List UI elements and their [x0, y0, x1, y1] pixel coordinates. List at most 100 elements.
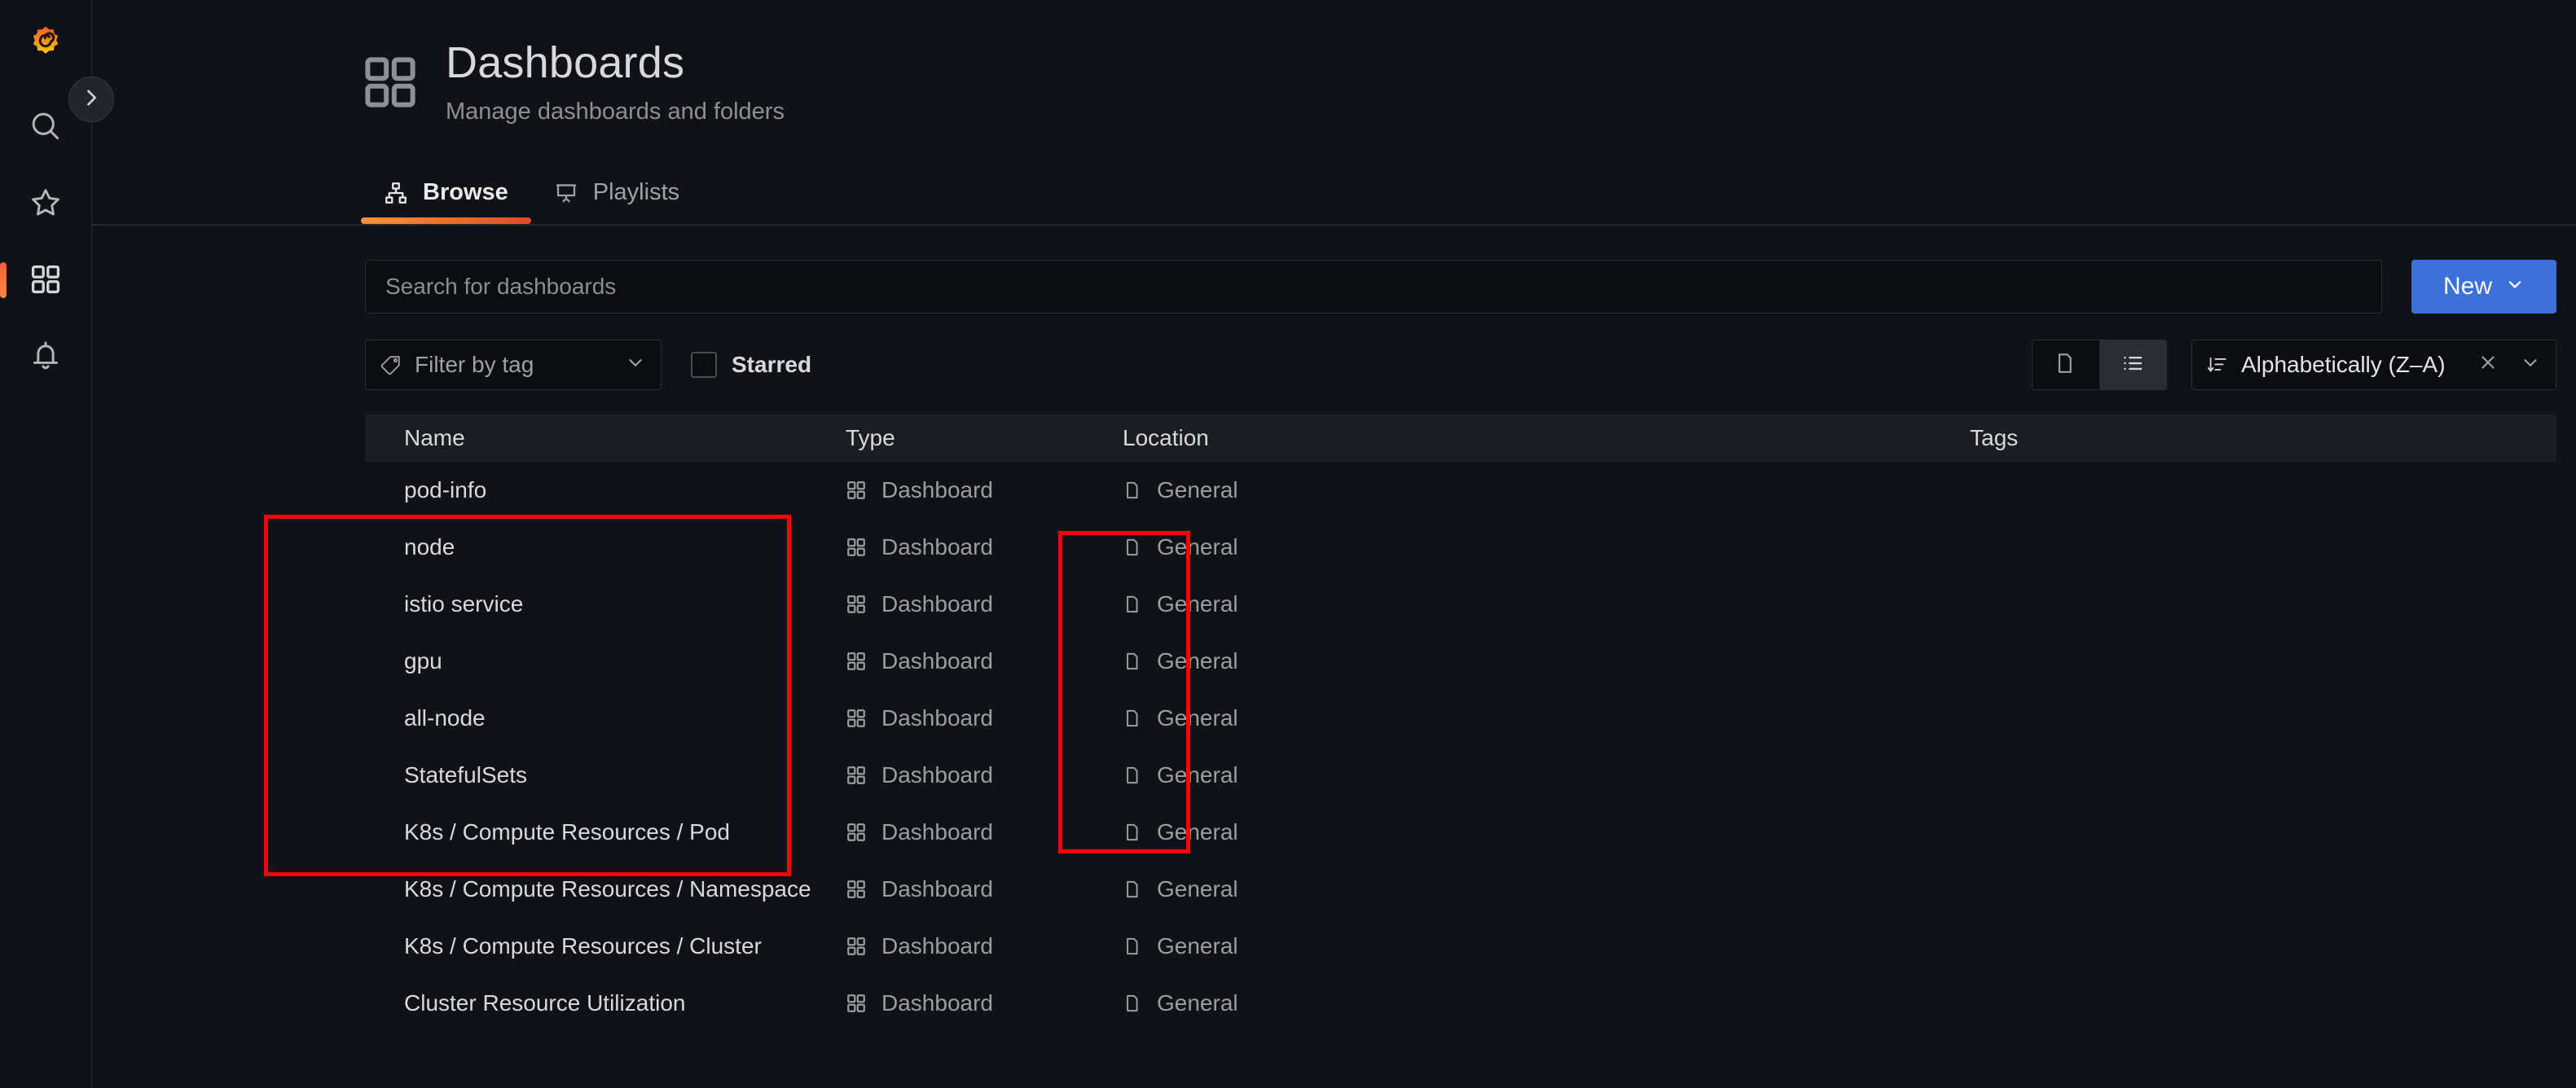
row-type: Dashboard — [881, 705, 993, 731]
grafana-app: Dashboards Manage dashboards and folders — [0, 0, 2576, 1088]
main-sidebar — [0, 0, 92, 1088]
column-header-location[interactable]: Location — [1123, 425, 1970, 451]
row-type: Dashboard — [881, 591, 993, 617]
folder-icon — [1123, 765, 1144, 786]
row-location[interactable]: General — [1157, 876, 1238, 902]
bell-icon — [27, 337, 64, 375]
table-row[interactable]: K8s / Compute Resources / Namespace Dash… — [365, 861, 2556, 918]
row-name[interactable]: node — [404, 534, 455, 559]
folder-view-button[interactable] — [2033, 340, 2099, 389]
tag-filter-select[interactable]: Filter by tag — [365, 340, 662, 391]
dashboard-grid-icon — [846, 537, 867, 558]
row-name[interactable]: K8s / Compute Resources / Namespace — [404, 876, 811, 902]
row-type: Dashboard — [881, 990, 993, 1016]
page-header: Dashboards Manage dashboards and folders — [92, 0, 2576, 125]
column-header-tags[interactable]: Tags — [1970, 425, 2556, 451]
folder-icon — [1123, 537, 1144, 558]
list-icon — [2121, 351, 2145, 379]
table-row[interactable]: K8s / Compute Resources / Pod Dashboard … — [365, 804, 2556, 861]
table-row[interactable]: gpu Dashboard General — [365, 633, 2556, 690]
filter-row: Filter by tag Starred Alphabetically (Z–… — [92, 314, 2576, 391]
row-name[interactable]: gpu — [404, 648, 442, 673]
dashboard-grid-icon — [846, 594, 867, 615]
chevron-right-icon — [80, 86, 103, 113]
row-name[interactable]: K8s / Compute Resources / Pod — [404, 819, 730, 845]
dashboard-grid-icon — [846, 651, 867, 672]
row-location[interactable]: General — [1157, 477, 1238, 503]
sidebar-item-alerting[interactable] — [0, 318, 92, 394]
dashboard-grid-icon — [846, 822, 867, 843]
table-row[interactable]: istio service Dashboard General — [365, 576, 2556, 633]
chevron-down-icon — [2505, 273, 2525, 301]
row-location[interactable]: General — [1157, 933, 1238, 959]
dashboards-table: Name Type Location Tags pod-info Dashboa… — [365, 415, 2556, 1032]
table-row[interactable]: all-node Dashboard General — [365, 690, 2556, 747]
folder-icon — [1123, 594, 1144, 615]
close-icon[interactable] — [2477, 352, 2499, 379]
row-name[interactable]: Cluster Resource Utilization — [404, 990, 685, 1016]
row-location[interactable]: General — [1157, 762, 1238, 788]
dashboards-icon — [27, 261, 64, 298]
dashboard-grid-icon — [846, 708, 867, 729]
folder-icon — [1123, 993, 1144, 1014]
dashboard-grid-icon — [846, 765, 867, 786]
column-header-name[interactable]: Name — [365, 425, 846, 451]
table-row[interactable]: node Dashboard General — [365, 519, 2556, 576]
grafana-logo-icon[interactable] — [24, 23, 68, 67]
row-location[interactable]: General — [1157, 705, 1238, 731]
table-body: pod-info Dashboard General node Dashboar… — [365, 462, 2556, 1032]
tab-label: Browse — [423, 179, 508, 206]
new-button[interactable]: New — [2411, 260, 2556, 314]
row-location[interactable]: General — [1157, 648, 1238, 674]
search-input[interactable] — [365, 260, 2382, 314]
sort-select[interactable]: Alphabetically (Z–A) — [2191, 340, 2556, 391]
row-name[interactable]: pod-info — [404, 477, 486, 502]
folder-icon — [1123, 822, 1144, 843]
search-icon — [27, 107, 64, 145]
column-header-type[interactable]: Type — [846, 425, 1123, 451]
sidebar-item-starred[interactable] — [0, 165, 92, 241]
row-name[interactable]: istio service — [404, 591, 523, 616]
dashboard-grid-icon — [846, 936, 867, 957]
search-row: New — [92, 226, 2576, 314]
row-type: Dashboard — [881, 819, 993, 845]
starred-checkbox[interactable] — [691, 352, 717, 379]
row-type: Dashboard — [881, 933, 993, 959]
dashboard-grid-icon — [846, 480, 867, 501]
folder-icon — [1123, 936, 1144, 957]
table-row[interactable]: Cluster Resource Utilization Dashboard G… — [365, 975, 2556, 1032]
row-location[interactable]: General — [1157, 591, 1238, 617]
list-view-button[interactable] — [2099, 340, 2166, 390]
folder-icon — [1123, 879, 1144, 900]
row-name[interactable]: K8s / Compute Resources / Cluster — [404, 933, 762, 959]
dashboards-icon — [361, 53, 420, 112]
folder-icon — [1123, 708, 1144, 729]
table-row[interactable]: StatefulSets Dashboard General — [365, 747, 2556, 804]
row-location[interactable]: General — [1157, 534, 1238, 560]
tab-playlists[interactable]: Playlists — [531, 166, 702, 224]
sort-label: Alphabetically (Z–A) — [2241, 352, 2446, 378]
sitemap-icon — [384, 181, 408, 205]
sort-amount-down-icon — [2207, 354, 2228, 375]
table-row[interactable]: pod-info Dashboard General — [365, 462, 2556, 519]
sidebar-item-dashboards[interactable] — [0, 241, 92, 318]
row-location[interactable]: General — [1157, 990, 1238, 1016]
folder-icon — [2054, 351, 2078, 379]
tab-browse[interactable]: Browse — [361, 166, 531, 225]
starred-filter[interactable]: Starred — [691, 352, 811, 379]
table-row[interactable]: K8s / Compute Resources / Cluster Dashbo… — [365, 918, 2556, 975]
dashboard-grid-icon — [846, 879, 867, 900]
row-type: Dashboard — [881, 876, 993, 902]
dashboard-grid-icon — [846, 993, 867, 1014]
sidebar-expand-button[interactable] — [68, 77, 114, 122]
row-location[interactable]: General — [1157, 819, 1238, 845]
tab-label: Playlists — [592, 179, 680, 206]
folder-icon — [1123, 651, 1144, 672]
row-name[interactable]: StatefulSets — [404, 762, 527, 787]
view-controls: Alphabetically (Z–A) — [2032, 340, 2556, 391]
tab-bar: Browse Playlists — [92, 166, 2576, 226]
tag-icon — [380, 354, 402, 375]
chevron-down-icon — [2520, 352, 2541, 379]
page-title: Dashboards — [446, 38, 685, 87]
row-name[interactable]: all-node — [404, 705, 486, 730]
